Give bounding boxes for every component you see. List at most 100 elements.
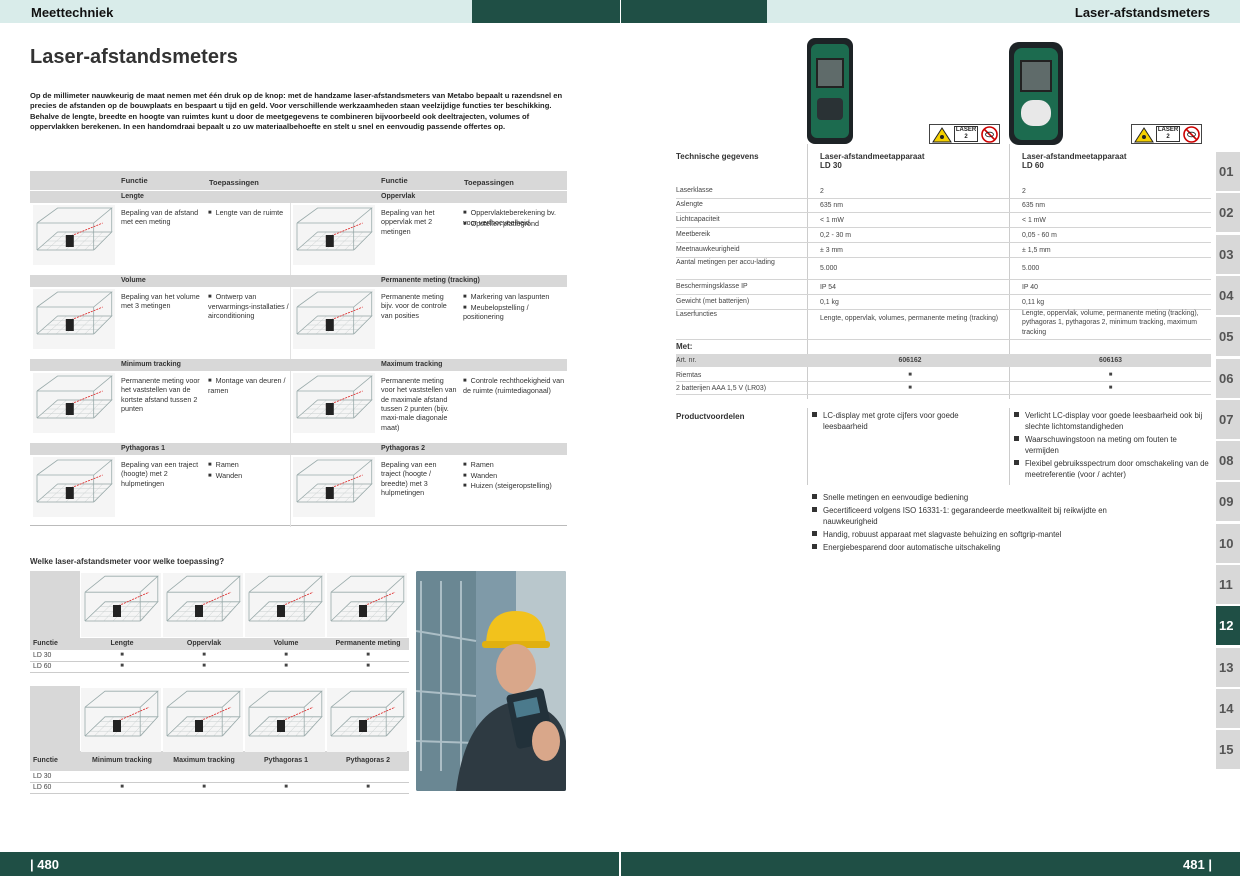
func-application: Ontwerp van verwarmings-installaties / a… xyxy=(208,292,296,321)
which-mark: ■ xyxy=(284,662,288,669)
which-col-header: Permanente meting xyxy=(335,640,401,647)
no-stare-icon xyxy=(981,126,998,143)
func-description: Permanente meting voor het vaststellen v… xyxy=(381,376,457,432)
which-mark: ■ xyxy=(366,662,370,669)
func-application: Meubelopstelling / positionering xyxy=(463,303,568,322)
which-col-header: Lengte xyxy=(110,640,134,647)
intro-text: Op de millimeter nauwkeurig de maat neme… xyxy=(30,91,563,131)
which-illustration xyxy=(163,688,243,752)
func-description: Bepaling van een traject (hoogte) met 2 … xyxy=(121,460,199,488)
worker-photo xyxy=(416,571,566,791)
ld60-laser-label: LASER 2 xyxy=(1131,124,1202,144)
bullet-square xyxy=(812,544,817,549)
bullet-text: Waarschuwingstoon na meting om fouten te… xyxy=(1025,435,1177,455)
spec-value-ld60: 5.000 xyxy=(1022,265,1040,272)
which-mark: ■ xyxy=(284,652,288,658)
which-title: Welke laser-afstandsmeter voor welke toe… xyxy=(30,557,225,566)
function-illustration xyxy=(33,457,115,517)
chapter-tab-14[interactable]: 14 xyxy=(1216,688,1240,728)
bullet-square xyxy=(1014,436,1019,441)
chapter-tab-06[interactable]: 06 xyxy=(1216,358,1240,398)
which-row-label: LD 30 xyxy=(33,773,52,780)
ld60-product-name: Laser-afstandmeetapparaat xyxy=(1022,152,1127,161)
func-name: Lengte xyxy=(121,193,144,200)
laser-warning-icon xyxy=(932,127,952,143)
which-row-label: LD 60 xyxy=(33,662,52,670)
chapter-tab-11[interactable]: 11 xyxy=(1216,565,1240,604)
spec-row-rule xyxy=(676,242,1211,243)
header-right-title: Laser-afstandsmeters xyxy=(1074,5,1210,20)
spec-value-ld60: 0,11 kg xyxy=(1022,299,1045,306)
bullet-square xyxy=(812,507,817,512)
ld30-laser-label: LASER 2 xyxy=(929,124,1000,144)
func-name: Volume xyxy=(121,277,146,284)
func-name: Minimum tracking xyxy=(121,361,181,368)
spec-row-rule xyxy=(676,227,1211,228)
chapter-tab-03[interactable]: 03 xyxy=(1216,234,1240,274)
spec-label: Gewicht (met batterijen) xyxy=(676,298,750,305)
benefit-common: Snelle metingen en eenvoudige bediening xyxy=(812,493,1132,504)
bullet-square xyxy=(812,531,817,536)
spec-label: Lichtcapaciteit xyxy=(676,216,720,223)
which-illustration xyxy=(245,688,325,752)
footer-bar xyxy=(0,852,1240,876)
func-col-applications-right: Toepassingen xyxy=(464,178,514,187)
func-name: Oppervlak xyxy=(381,193,416,200)
function-illustration xyxy=(33,373,115,433)
func-col-divider xyxy=(290,371,291,443)
which-illustration xyxy=(163,573,243,637)
spec-label: Aslengte xyxy=(676,201,703,208)
which-row-rule xyxy=(30,792,409,794)
spec-value-ld60: 0,05 - 60 m xyxy=(1022,232,1057,239)
which-mark: ■ xyxy=(284,783,288,790)
bullet-square xyxy=(1014,412,1019,417)
bullet-square xyxy=(812,494,817,499)
which-col-header: Oppervlak xyxy=(186,640,222,647)
spec-row-rule xyxy=(676,294,1211,295)
func-description: Permanente meting voor het vaststellen v… xyxy=(121,376,200,414)
benefit-divider-1 xyxy=(807,408,808,485)
chapter-tab-15[interactable]: 15 xyxy=(1216,730,1240,770)
func-application: Wanden xyxy=(463,471,568,481)
which-mark: ■ xyxy=(366,783,370,790)
func-name: Pythagoras 1 xyxy=(121,445,165,452)
chapter-tab-12[interactable]: 12 xyxy=(1216,606,1240,646)
met-mark-ld30: ■ xyxy=(908,372,912,378)
func-row-header-band xyxy=(290,443,567,455)
chapter-tab-07[interactable]: 07 xyxy=(1216,399,1240,439)
met-mark-ld60: ■ xyxy=(1108,372,1113,378)
met-mark-ld30: ■ xyxy=(908,385,912,391)
chapter-tab-08[interactable]: 08 xyxy=(1216,441,1240,481)
chapter-tab-05[interactable]: 05 xyxy=(1216,317,1240,357)
footer-left-page: | 480 xyxy=(30,857,59,872)
spec-row-rule xyxy=(676,257,1211,258)
chapter-tab-10[interactable]: 10 xyxy=(1216,523,1240,563)
func-description: Bepaling van het oppervlak met 2 metinge… xyxy=(381,208,435,236)
benefit-common: Handig, robuust apparaat met slagvaste b… xyxy=(812,530,1132,541)
spec-value-ld60: ± 1,5 mm xyxy=(1022,247,1051,254)
chapter-tab-09[interactable]: 09 xyxy=(1216,482,1240,522)
art-number-ld60: 606163 xyxy=(1099,357,1122,364)
spec-label: Meetnauwkeurigheid xyxy=(676,246,740,253)
func-application: Opstellen plattegrond xyxy=(463,219,568,229)
benefit-ld30: LC-display met grote cijfers voor goede … xyxy=(812,411,992,432)
which-mark: ■ xyxy=(120,662,124,669)
spec-label: Aantal metingen per accu-lading xyxy=(676,259,775,266)
which-illustration xyxy=(327,573,407,637)
func-table-bottom-rule xyxy=(30,525,567,526)
chapter-tab-04[interactable]: 04 xyxy=(1216,275,1240,315)
which-row-rule xyxy=(30,671,409,673)
header-left-title: Meettechniek xyxy=(31,5,114,20)
func-row-header-band xyxy=(30,191,290,203)
chapter-tab-13[interactable]: 13 xyxy=(1216,647,1240,687)
func-row-header-band xyxy=(30,275,290,287)
chapter-tab-02[interactable]: 02 xyxy=(1216,193,1240,233)
function-illustration xyxy=(33,289,115,349)
spec-label: Beschermingsklasse IP xyxy=(676,283,748,290)
chapter-tab-01[interactable]: 01 xyxy=(1216,152,1240,191)
page-title: Laser-afstandsmeters xyxy=(30,46,238,68)
func-name: Pythagoras 2 xyxy=(381,445,425,452)
function-illustration xyxy=(293,289,375,349)
spec-value-ld60: Lengte, oppervlak, volume, permanente me… xyxy=(1022,310,1199,336)
ld30-model: LD 30 xyxy=(820,161,842,171)
